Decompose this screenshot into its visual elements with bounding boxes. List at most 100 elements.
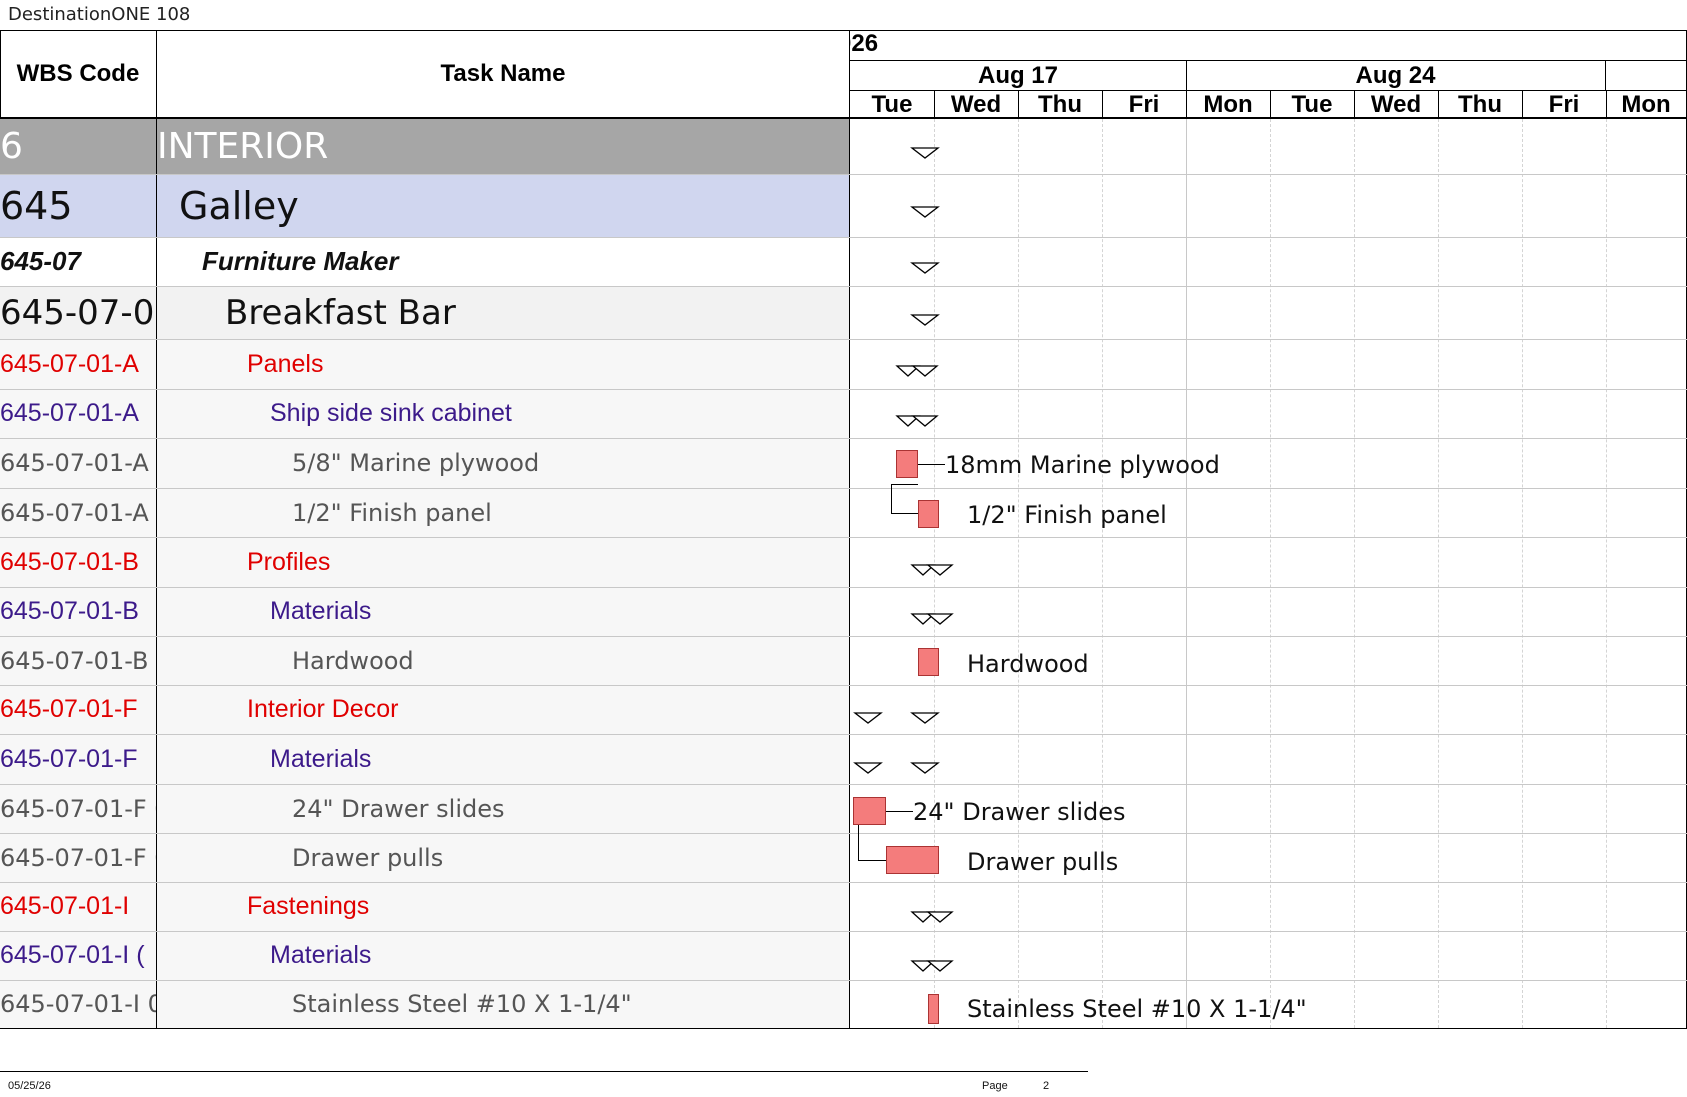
table-row[interactable]: 645-07-01-I Fastenings xyxy=(0,882,849,931)
table-row[interactable]: 645-07-01-A Panels xyxy=(0,339,849,389)
table-row[interactable]: 645-07-01-I ( Materials xyxy=(0,931,849,980)
task-name-cell: Stainless Steel #10 X 1-1/4" xyxy=(292,990,632,1018)
task-name-cell: Galley xyxy=(179,183,299,228)
dependency-link xyxy=(918,464,945,465)
table-row[interactable]: 645-07-01-B 0 Hardwood xyxy=(0,636,849,685)
dependency-link xyxy=(858,860,886,861)
task-name-cell: Drawer pulls xyxy=(292,843,444,872)
wbs-code-cell: 645-07 xyxy=(0,246,81,276)
task-name-cell: Fastenings xyxy=(247,892,370,920)
wbs-code-cell: 645-07-01-A xyxy=(0,349,139,378)
week-label: Aug 24 xyxy=(1355,62,1436,89)
wbs-code-cell: 645-07-01-F 0 xyxy=(0,794,156,823)
wbs-code-cell: 645 xyxy=(0,183,73,228)
footer-page-number: 2 xyxy=(1043,1080,1050,1092)
table-row[interactable]: 645-07-01-B Profiles xyxy=(0,537,849,587)
wbs-code-cell: 645-07-01 xyxy=(0,292,156,333)
summary-marker-icon[interactable] xyxy=(910,146,940,160)
dependency-link xyxy=(891,513,918,514)
wbs-code-cell: 645-07-01-I 01 xyxy=(0,990,156,1018)
task-name-cell: 24" Drawer slides xyxy=(292,794,505,823)
task-name-cell: Furniture Maker xyxy=(202,246,399,276)
summary-marker-icon[interactable] xyxy=(910,761,940,775)
table-gantt-divider xyxy=(849,30,850,1028)
task-name-cell: Panels xyxy=(247,349,324,378)
summary-marker-icon[interactable] xyxy=(853,711,883,725)
task-bar[interactable] xyxy=(886,846,939,874)
task-name-cell: Hardwood xyxy=(292,646,414,675)
task-name-cell: Ship side sink cabinet xyxy=(270,399,512,427)
summary-marker-icon[interactable] xyxy=(910,563,954,577)
task-name-cell: Materials xyxy=(270,941,372,969)
task-bar[interactable] xyxy=(853,797,886,825)
table-bottom-border xyxy=(0,1028,1687,1029)
dependency-link xyxy=(891,484,892,514)
day-label: Tue xyxy=(1291,91,1333,118)
summary-marker-icon[interactable] xyxy=(910,711,940,725)
table-row[interactable]: 645-07-01-A 0 1/2" Finish panel xyxy=(0,488,849,537)
table-row[interactable]: 645-07-01-B Materials xyxy=(0,587,849,636)
table-row[interactable]: 645-07-01-A 0 5/8" Marine plywood xyxy=(0,438,849,488)
day-label: Wed xyxy=(1370,91,1422,118)
footer-date: 05/25/26 xyxy=(8,1080,51,1092)
task-name-cell: Interior Decor xyxy=(247,695,399,723)
day-label: Fri xyxy=(1128,91,1160,118)
wbs-code-cell: 645-07-01-B xyxy=(0,597,139,625)
table-row[interactable]: 645-07-01-F 0 24" Drawer slides xyxy=(0,784,849,833)
wbs-code-cell: 645-07-01-F 0 xyxy=(0,843,156,872)
day-label: Tue xyxy=(871,91,913,118)
wbs-code-cell: 645-07-01-B xyxy=(0,547,139,576)
summary-marker-icon[interactable] xyxy=(910,612,954,626)
summary-marker-icon[interactable] xyxy=(895,364,939,378)
timescale: 026 Aug 17 Aug 24 Tue Wed Thu Fri Mon Tue Wed Th… xyxy=(850,30,1686,118)
wbs-code-cell: 645-07-01-I ( xyxy=(0,941,145,969)
day-label: Fri xyxy=(1548,91,1580,118)
wbs-code-cell: 645-07-01-F xyxy=(0,695,138,723)
day-label: Mon xyxy=(1203,91,1253,118)
footer-rule xyxy=(0,1071,1088,1072)
dependency-link xyxy=(886,811,913,812)
task-bar[interactable] xyxy=(918,500,939,528)
summary-marker-icon[interactable] xyxy=(910,959,954,973)
day-label: Thu xyxy=(1458,91,1502,118)
summary-marker-icon[interactable] xyxy=(853,761,883,775)
table-row[interactable]: 645-07 Furniture Maker xyxy=(0,237,849,286)
task-name-cell: Materials xyxy=(270,597,372,625)
task-name-header[interactable]: Task Name xyxy=(157,60,849,88)
task-name-cell: 1/2" Finish panel xyxy=(292,498,492,527)
day-label: Wed xyxy=(950,91,1002,118)
task-bar[interactable] xyxy=(896,450,918,478)
table-row[interactable]: 6 INTERIOR xyxy=(0,119,849,174)
table-row[interactable]: 645-07-01 Breakfast Bar xyxy=(0,286,849,339)
wbs-code-cell: 645-07-01-A 0 xyxy=(0,449,156,477)
dependency-link xyxy=(858,825,859,860)
wbs-code-cell: 645-07-01-F xyxy=(0,744,138,773)
task-bar[interactable] xyxy=(928,994,939,1024)
week-label: Aug 17 xyxy=(977,62,1058,89)
year-label: 026 xyxy=(850,30,879,57)
summary-marker-icon[interactable] xyxy=(910,261,940,275)
summary-marker-icon[interactable] xyxy=(910,313,940,327)
table-row[interactable]: 645-07-01-F 0 Drawer pulls xyxy=(0,833,849,882)
task-bar[interactable] xyxy=(918,648,939,676)
summary-marker-icon[interactable] xyxy=(895,414,939,428)
footer-page-label: Page xyxy=(982,1080,1008,1092)
bar-label: 18mm Marine plywood xyxy=(945,451,1220,479)
bar-label: Hardwood xyxy=(967,650,1089,678)
summary-marker-icon[interactable] xyxy=(910,910,954,924)
table-row[interactable]: 645-07-01-F Materials xyxy=(0,734,849,784)
table-row[interactable]: 645-07-01-F Interior Decor xyxy=(0,685,849,734)
bar-label: Stainless Steel #10 X 1-1/4" xyxy=(967,995,1307,1023)
wbs-code-header[interactable]: WBS Code xyxy=(0,60,156,88)
table-row[interactable]: 645 Galley xyxy=(0,174,849,237)
table-row[interactable]: 645-07-01-I 01 Stainless Steel #10 X 1-1/… xyxy=(0,980,849,1028)
task-name-cell: 5/8" Marine plywood xyxy=(292,449,540,477)
dependency-link xyxy=(891,484,918,485)
day-label: Thu xyxy=(1038,91,1082,118)
task-name-cell: Materials xyxy=(270,744,372,773)
table-row[interactable]: 645-07-01-A Ship side sink cabinet xyxy=(0,389,849,438)
day-label: Mon xyxy=(1621,91,1671,118)
task-name-cell: INTERIOR xyxy=(157,126,329,167)
wbs-code-cell: 645-07-01-I xyxy=(0,892,130,920)
summary-marker-icon[interactable] xyxy=(910,205,940,219)
